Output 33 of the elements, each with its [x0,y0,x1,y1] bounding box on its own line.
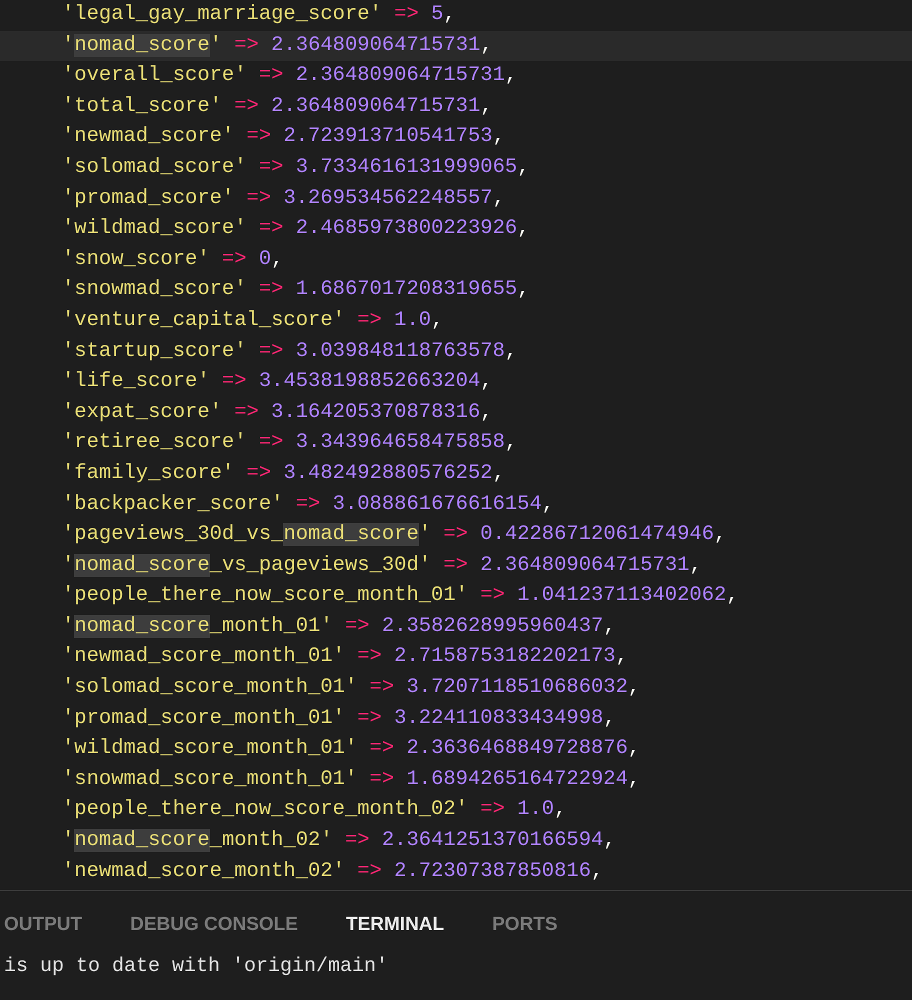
code-line: 'promad_score' => 3.269534562248557, [61,186,506,212]
code-line: 'backpacker_score' => 3.088861676616154, [61,492,556,518]
code-line: 'life_score' => 3.4538198852663204, [61,369,494,396]
code-line: 'family_score' => 3.482492880576252, [61,460,506,487]
panel-tab[interactable]: DEBUG CONSOLE [130,911,298,940]
panel-tab[interactable]: TERMINAL [346,911,444,940]
code-line: 'total_score' => 2.364809064715731, [61,94,494,120]
code-line: 'snowmad_score' => 1.6867017208319655, [61,277,530,304]
code-line: 'retiree_score' => 3.343964658475858, [61,430,518,456]
code-line: 'newmad_score_month_01' => 2.7158753182202173, [61,644,629,670]
code-line: 'expat_score' => 3.164205370878316, [61,400,494,426]
code-line: 'solomad_score' => 3.7334616131999065, [61,154,530,181]
terminal-line: is up to date with 'origin/main' [4,954,390,980]
code-line: 'legal_gay_marriage_score' => 5, [61,2,457,28]
code-line: 'people_there_now_score_month_02' => 1.0, [61,797,568,824]
panel-tab[interactable]: PORTS [492,911,558,940]
panel-tab[interactable]: OUTPUT [4,911,82,940]
code-line: 'nomad_score_month_01' => 2.3582628995960437, [61,614,617,640]
code-line: 'nomad_score_month_02' => 2.3641251370166594, [61,828,617,854]
code-line: 'startup_score' => 3.039848118763578, [61,338,518,365]
code-line: 'pageviews_30d_vs_nomad_score' => 0.42286712061474946, [61,522,728,548]
code-line: 'solomad_score_month_01' => 3.7207118510686032, [61,675,642,702]
code-line: 'promad_score_month_01' => 3.224110833434998, [61,706,617,732]
code-line: 'wildmad_score' => 2.4685973800223926, [61,216,530,242]
code-line: 'snowmad_score_month_01' => 1.6894265164722924, [61,766,642,793]
code-line: 'wildmad_score_month_01' => 2.3636468849728876, [61,736,642,762]
code-line: 'newmad_score_month_02' => 2.72307387850816, [61,858,604,885]
code-line: 'venture_capital_score' => 1.0, [61,308,444,334]
code-line: 'snow_score' => 0, [61,246,284,273]
code-line: 'newmad_score' => 2.723913710541753, [61,124,506,150]
code-line: 'nomad_score_vs_pageviews_30d' => 2.364809064715731, [61,552,703,579]
code-line: 'people_there_now_score_month_01' => 1.041237113402062, [61,583,740,610]
code-line: 'overall_score' => 2.364809064715731, [61,63,518,90]
